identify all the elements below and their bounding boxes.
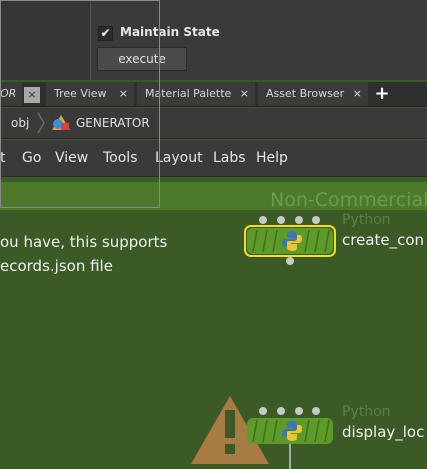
close-tab-icon[interactable]: ×: [353, 82, 362, 106]
floating-panel-outline: [0, 0, 160, 208]
node-input-connector[interactable]: [259, 407, 267, 415]
python-node-display[interactable]: [247, 418, 333, 444]
python-logo-icon: [282, 421, 302, 441]
node-input-connector[interactable]: [295, 407, 303, 415]
tab-asset-browser[interactable]: Asset Browser ×: [258, 82, 368, 106]
tab-label: Asset Browser: [266, 87, 345, 100]
node-name-label[interactable]: display_loc: [342, 423, 424, 441]
sticky-note-line: ecords.json file: [0, 257, 113, 275]
node-output-connector[interactable]: [286, 257, 294, 265]
add-tab-button[interactable]: +: [372, 84, 392, 104]
sticky-note-line: ou have, this supports: [0, 233, 168, 251]
node-input-connector[interactable]: [277, 407, 285, 415]
node-type-label: Python: [342, 212, 391, 228]
node-name-label[interactable]: create_con: [342, 231, 424, 249]
node-wire: [289, 444, 291, 469]
sticky-note-text: ou have, this supports ecords.json file: [0, 230, 167, 278]
node-input-connector[interactable]: [295, 216, 303, 224]
close-tab-icon[interactable]: ×: [240, 82, 249, 106]
non-commercial-watermark: Non-Commercial: [270, 189, 427, 211]
node-input-connector[interactable]: [277, 216, 285, 224]
python-logo-icon: [282, 231, 302, 251]
node-input-connector[interactable]: [312, 216, 320, 224]
node-input-connector[interactable]: [312, 407, 320, 415]
menu-item-layout[interactable]: Layout: [155, 150, 203, 166]
node-input-connector[interactable]: [259, 216, 267, 224]
menu-item-labs[interactable]: Labs: [213, 150, 246, 166]
node-type-label: Python: [342, 404, 391, 420]
python-node-create[interactable]: [247, 228, 333, 254]
menu-item-help[interactable]: Help: [256, 150, 288, 166]
